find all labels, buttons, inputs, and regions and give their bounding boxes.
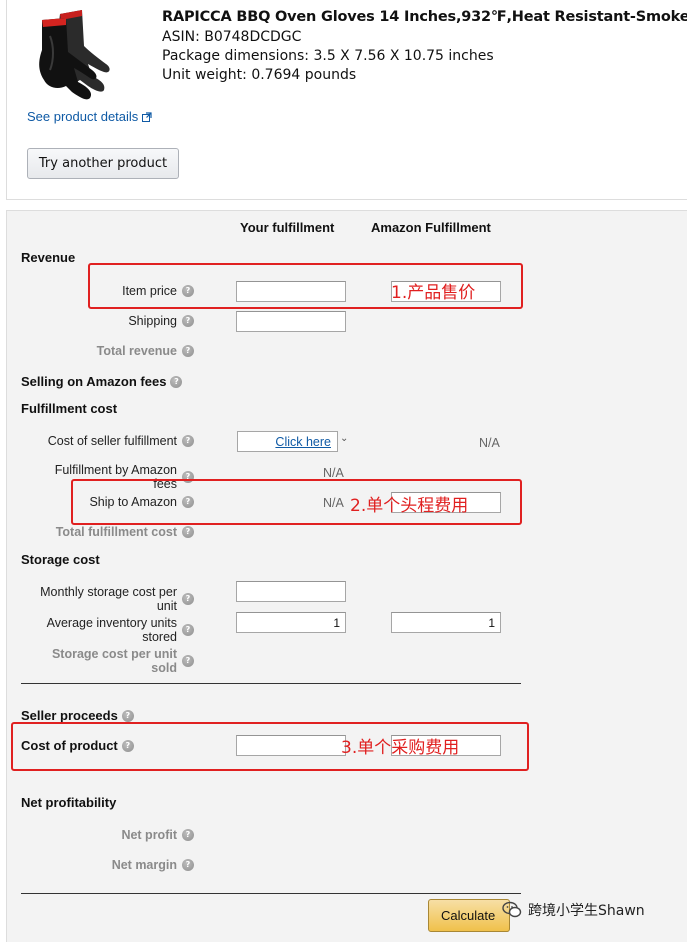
cost-seller-fulfillment-label: Cost of seller fulfillment (48, 434, 194, 448)
click-here-dropdown[interactable]: Click here (237, 431, 338, 452)
avg-inventory-label: Average inventory units stored (47, 616, 194, 644)
help-icon[interactable] (182, 315, 194, 327)
monthly-storage-line2: unit (156, 599, 177, 613)
revenue-heading: Revenue (21, 250, 75, 265)
fulfillment-cost-label: Fulfillment cost (21, 401, 118, 416)
bottom-divider (21, 893, 521, 894)
avg-inventory-line1: Average inventory units (46, 616, 177, 630)
amazon-fulfillment-header: Amazon Fulfillment (371, 220, 491, 235)
storage-per-unit-line1: Storage cost per unit (51, 647, 177, 661)
storage-cost-heading: Storage cost (21, 552, 100, 567)
product-title: RAPICCA BBQ Oven Gloves 14 Inches,932℉,H… (162, 9, 687, 25)
net-profitability-label: Net profitability (21, 795, 117, 810)
your-fulfillment-header: Your fulfillment (240, 220, 335, 235)
help-icon[interactable] (182, 345, 194, 357)
monthly-storage-line1: Monthly storage cost per (40, 585, 177, 599)
total-fulfillment-label: Total fulfillment cost (56, 525, 194, 539)
chevron-down-icon[interactable]: ⌄ (340, 433, 348, 444)
net-margin-text: Net margin (111, 858, 177, 872)
section-divider (21, 683, 521, 684)
help-icon[interactable] (182, 655, 194, 667)
help-icon[interactable] (182, 526, 194, 538)
storage-per-unit-line2: sold (151, 661, 177, 675)
help-icon[interactable] (182, 435, 194, 447)
see-product-details-label: See product details (27, 109, 139, 124)
help-icon[interactable] (170, 375, 183, 388)
storage-per-unit-text: Storage cost per unit sold (52, 647, 177, 675)
fba-fees-line1: Fulfillment by Amazon (54, 463, 177, 477)
try-another-product-button[interactable]: Try another product (27, 148, 179, 179)
click-here-link[interactable]: Click here (275, 435, 331, 449)
product-image (39, 10, 110, 100)
monthly-storage-text: Monthly storage cost per unit (40, 585, 177, 613)
monthly-storage-your-input[interactable] (236, 581, 346, 602)
selling-fees-label: Selling on Amazon fees (21, 374, 167, 389)
wechat-icon (502, 901, 522, 918)
product-dimensions: Package dimensions: 3.5 X 7.56 X 10.75 i… (162, 48, 494, 64)
monthly-storage-label: Monthly storage cost per unit (40, 585, 194, 613)
storage-per-unit-label: Storage cost per unit sold (52, 647, 194, 675)
net-profitability-heading: Net profitability (21, 795, 116, 810)
selling-fees-heading: Selling on Amazon fees (21, 374, 183, 389)
help-icon[interactable] (121, 709, 134, 722)
annotation-ship-to-amazon: 2.单个头程费用 (350, 496, 469, 516)
help-icon[interactable] (182, 859, 194, 871)
watermark-text: 跨境小学生Shawn (528, 903, 645, 919)
watermark: 跨境小学生Shawn (502, 900, 645, 920)
fulfillment-cost-heading: Fulfillment cost (21, 401, 117, 416)
revenue-heading-label: Revenue (21, 250, 76, 265)
annotation-item-price: 1.产品售价 (391, 283, 476, 303)
cost-seller-fulfillment-text: Cost of seller fulfillment (47, 434, 177, 448)
seller-proceeds-heading: Seller proceeds (21, 708, 134, 723)
avg-inventory-text: Average inventory units stored (47, 616, 177, 644)
seller-fulfillment-amazon-na: N/A (479, 436, 500, 450)
shipping-label: Shipping (128, 314, 194, 328)
total-fulfillment-text: Total fulfillment cost (55, 525, 177, 539)
help-icon[interactable] (182, 624, 194, 636)
calculator-panel (6, 210, 687, 942)
net-profit-text: Net profit (121, 828, 177, 842)
help-icon[interactable] (182, 829, 194, 841)
net-profit-label: Net profit (121, 828, 194, 842)
seller-proceeds-label: Seller proceeds (21, 708, 118, 723)
storage-cost-label: Storage cost (21, 552, 100, 567)
avg-inventory-your-input[interactable] (236, 612, 346, 633)
product-asin: ASIN: B0748DCDGC (162, 29, 302, 45)
total-revenue-text: Total revenue (96, 344, 177, 358)
avg-inventory-amazon-input[interactable] (391, 612, 501, 633)
see-product-details-link[interactable]: See product details (27, 109, 152, 124)
shipping-your-input[interactable] (236, 311, 346, 332)
product-weight: Unit weight: 0.7694 pounds (162, 67, 357, 83)
shipping-text: Shipping (128, 314, 177, 328)
avg-inventory-line2: stored (142, 630, 177, 644)
help-icon[interactable] (182, 593, 194, 605)
fba-fees-your-na: N/A (323, 466, 344, 480)
calculate-button[interactable]: Calculate (428, 899, 510, 932)
net-margin-label: Net margin (112, 858, 194, 872)
annotation-cost-of-product: 3.单个采购费用 (341, 738, 460, 758)
total-revenue-label: Total revenue (97, 344, 194, 358)
external-link-icon (142, 111, 152, 122)
